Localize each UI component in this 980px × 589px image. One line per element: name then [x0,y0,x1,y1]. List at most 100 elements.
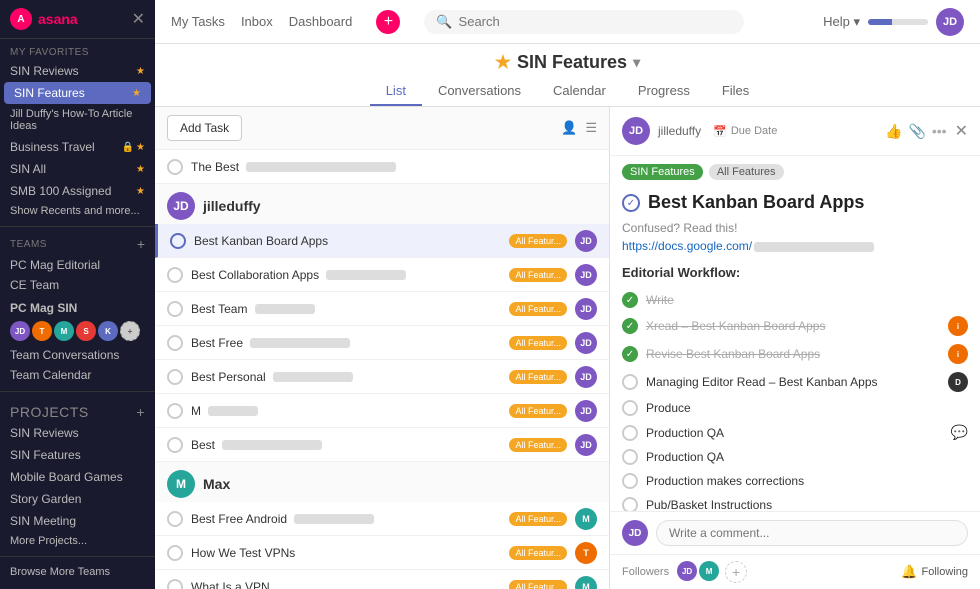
task-tag: All Featur... [509,512,567,526]
search-input[interactable] [459,14,733,29]
tab-list[interactable]: List [370,77,422,106]
checklist-label: Production QA [646,450,968,464]
sidebar-item-sin-features[interactable]: SIN Features ★ [4,82,151,104]
sidebar-item-ce-team[interactable]: CE Team [0,275,155,295]
avatar: S [76,321,96,341]
projects-label: Projects + [0,398,155,422]
check-undone-icon[interactable] [622,473,638,489]
task-name: M [191,404,501,418]
task-checkbox[interactable] [167,159,183,175]
task-row[interactable]: Best Kanban Board Apps All Featur... JD [155,224,609,258]
sidebar-item-team-calendar[interactable]: Team Calendar [0,365,155,385]
task-row[interactable]: How We Test VPNs All Featur... T [155,536,609,570]
sidebar-close-icon[interactable]: ✕ [132,9,145,29]
task-row[interactable]: M All Featur... JD [155,394,609,428]
task-tag: All Featur... [509,370,567,384]
check-undone-icon[interactable] [622,497,638,511]
tab-conversations[interactable]: Conversations [422,77,537,106]
task-checkbox[interactable] [167,369,183,385]
comment-input[interactable] [656,520,968,546]
sidebar-item-mobile-board-games[interactable]: Mobile Board Games [0,466,155,488]
sidebar-item-label: Jill Duffy's How-To Article Ideas [10,108,145,132]
detail-tag-all-features[interactable]: All Features [709,164,784,180]
add-team-icon[interactable]: + [137,236,145,252]
add-member-icon[interactable]: + [120,321,140,341]
task-row[interactable]: Best Personal All Featur... JD [155,360,609,394]
project-tabs: List Conversations Calendar Progress Fil… [155,77,980,106]
add-project-icon[interactable]: + [136,404,145,420]
task-row[interactable]: Best Team All Featur... JD [155,292,609,326]
detail-complete-checkbox[interactable]: ✓ [622,194,640,212]
sidebar-item-sin-reviews[interactable]: SIN Reviews ★ [0,60,155,82]
like-icon[interactable]: 👍 [885,123,902,140]
nav-dashboard[interactable]: Dashboard [289,14,353,29]
nav-my-tasks[interactable]: My Tasks [171,14,225,29]
task-checkbox[interactable] [167,403,183,419]
nav-inbox[interactable]: Inbox [241,14,273,29]
attach-icon[interactable]: 📎 [908,123,925,140]
sidebar: A asana ✕ My Favorites SIN Reviews ★ SIN… [0,0,155,589]
task-tag: All Featur... [509,438,567,452]
task-row[interactable]: Best Free Android All Featur... M [155,502,609,536]
show-recents-link[interactable]: Show Recents and more... [0,202,155,220]
task-row[interactable]: Best All Featur... JD [155,428,609,462]
help-button[interactable]: Help ▾ [823,14,860,30]
check-undone-icon[interactable] [622,449,638,465]
sidebar-item-story-garden[interactable]: Story Garden [0,488,155,510]
star-icon: ★ [136,66,145,77]
task-checkbox[interactable] [167,267,183,283]
task-checkbox[interactable] [167,335,183,351]
tab-files[interactable]: Files [706,77,765,106]
task-checkbox[interactable] [167,579,183,589]
detail-tag-sin-features[interactable]: SIN Features [622,164,703,180]
task-checkbox[interactable] [170,233,186,249]
task-avatar: M [575,576,597,589]
user-avatar[interactable]: JD [936,8,964,36]
task-row[interactable]: Best Free All Featur... JD [155,326,609,360]
sidebar-item-jill-howto[interactable]: Jill Duffy's How-To Article Ideas [0,104,155,136]
add-task-button[interactable]: Add Task [167,115,242,141]
detail-due-date[interactable]: 📅 Due Date [713,125,777,138]
task-row[interactable]: Best Collaboration Apps All Featur... JD [155,258,609,292]
following-button[interactable]: 🔔 Following [901,564,968,580]
detail-close-icon[interactable]: ✕ [955,121,968,141]
more-projects-link[interactable]: More Projects... [0,532,155,550]
more-icon[interactable]: ••• [932,123,947,140]
task-name: What Is a VPN [191,580,501,589]
check-undone-icon[interactable] [622,400,638,416]
detail-link[interactable]: https://docs.google.com/ [622,239,968,253]
check-done-icon[interactable]: ✓ [622,346,638,362]
sidebar-item-smb100[interactable]: SMB 100 Assigned ★ [0,180,155,202]
task-checkbox[interactable] [167,301,183,317]
sidebar-item-label: SMB 100 Assigned [10,184,111,198]
avatar: K [98,321,118,341]
chevron-down-icon[interactable]: ▾ [633,54,640,71]
search-bar[interactable]: 🔍 [424,10,744,34]
task-row[interactable]: What Is a VPN All Featur... M [155,570,609,589]
sidebar-item-business-travel[interactable]: Business Travel 🔒 ★ [0,136,155,158]
task-checkbox[interactable] [167,545,183,561]
add-follower-button[interactable]: + [725,561,747,583]
add-button[interactable]: + [376,10,400,34]
sidebar-item-sin-all[interactable]: SIN All ★ [0,158,155,180]
task-name: Best Free Android [191,512,501,526]
check-done-icon[interactable]: ✓ [622,292,638,308]
detail-section-title: Editorial Workflow: [622,265,968,280]
browse-more-teams-link[interactable]: Browse More Teams [0,563,155,581]
sidebar-item-pc-mag-editorial[interactable]: PC Mag Editorial [0,255,155,275]
project-title: ★ SIN Features ▾ [155,52,980,73]
sidebar-item-sin-features-proj[interactable]: SIN Features [0,444,155,466]
task-checkbox[interactable] [167,511,183,527]
sidebar-item-sin-meeting[interactable]: SIN Meeting [0,510,155,532]
tab-calendar[interactable]: Calendar [537,77,622,106]
followers-bar: Followers JD M + 🔔 Following [610,554,980,589]
check-undone-icon[interactable] [622,374,638,390]
task-checkbox[interactable] [167,437,183,453]
sidebar-item-team-conversations[interactable]: Team Conversations [0,345,155,365]
tab-progress[interactable]: Progress [622,77,706,106]
sidebar-item-sin-reviews-proj[interactable]: SIN Reviews [0,422,155,444]
check-undone-icon[interactable] [622,425,638,441]
menu-icon[interactable]: ☰ [585,120,597,136]
assignee-icon[interactable]: 👤 [561,120,577,136]
check-done-icon[interactable]: ✓ [622,318,638,334]
